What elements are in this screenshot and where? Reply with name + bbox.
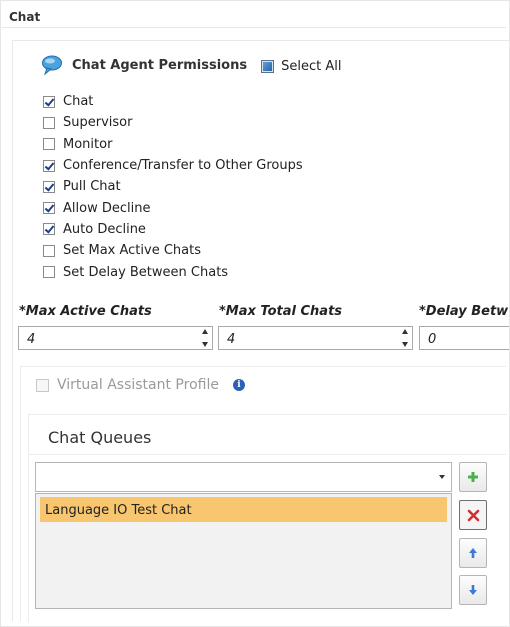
permission-label: Pull Chat <box>63 179 121 195</box>
permission-checkbox-row[interactable]: Monitor <box>43 134 303 155</box>
permission-label: Allow Decline <box>63 200 151 216</box>
max-total-chats-label: *Max Total Chats <box>219 304 343 319</box>
permission-checkbox[interactable] <box>43 266 55 279</box>
queue-list-item[interactable]: Language IO Test Chat <box>40 497 447 522</box>
spin-up-icon[interactable] <box>402 329 408 334</box>
panel-title: Chat <box>9 10 41 24</box>
permission-checkbox[interactable] <box>43 244 55 257</box>
spinner-arrows[interactable] <box>201 329 209 347</box>
permission-checkbox[interactable] <box>43 159 55 172</box>
permission-checkbox-row[interactable]: Conference/Transfer to Other Groups <box>43 155 303 176</box>
permissions-title: Chat Agent Permissions <box>72 57 248 73</box>
max-active-chats-label: *Max Active Chats <box>19 304 152 319</box>
queue-select-dropdown[interactable] <box>35 462 452 492</box>
move-down-button[interactable] <box>459 575 487 605</box>
divider <box>29 454 506 455</box>
delay-between-chats-label: *Delay Betw <box>419 304 509 319</box>
permission-label: Supervisor <box>63 115 133 131</box>
chat-panel: Chat Chat Agent Permissions Select All C… <box>0 0 510 627</box>
delay-between-chats-spinner[interactable]: 0 <box>419 326 509 350</box>
permissions-list: Chat Supervisor Monitor Conference/Transfer… <box>43 91 303 283</box>
permission-checkbox-row[interactable]: Set Delay Between Chats <box>43 261 303 282</box>
chat-queues-title: Chat Queues <box>48 428 152 447</box>
select-all-checkbox[interactable]: Select All <box>261 59 341 74</box>
select-all-label: Select All <box>281 59 342 74</box>
permission-label: Auto Decline <box>63 221 146 237</box>
divider <box>2 27 506 28</box>
remove-queue-button[interactable] <box>459 500 487 530</box>
permission-label: Set Delay Between Chats <box>63 264 229 280</box>
spin-down-icon[interactable] <box>202 342 208 347</box>
permission-label: Conference/Transfer to Other Groups <box>63 158 303 174</box>
divider <box>20 366 506 367</box>
divider <box>20 366 21 621</box>
move-down-icon <box>469 585 477 595</box>
permission-checkbox[interactable] <box>43 223 55 236</box>
add-queue-button[interactable] <box>459 462 487 492</box>
virtual-assistant-box <box>36 378 49 392</box>
max-active-chats-value[interactable]: 4 <box>27 332 35 347</box>
virtual-assistant-label: Virtual Assistant Profile <box>57 377 219 393</box>
permission-checkbox-row[interactable]: Pull Chat <box>43 176 303 197</box>
permission-checkbox[interactable] <box>43 116 55 129</box>
permission-checkbox-row[interactable]: Allow Decline <box>43 197 303 218</box>
permission-checkbox[interactable] <box>43 95 55 108</box>
permission-label: Set Max Active Chats <box>63 243 201 259</box>
remove-icon <box>467 509 479 521</box>
permission-checkbox-row[interactable]: Supervisor <box>43 112 303 133</box>
chevron-down-icon[interactable] <box>439 475 445 479</box>
move-up-button[interactable] <box>459 538 487 568</box>
info-icon[interactable]: i <box>232 379 245 391</box>
permission-checkbox[interactable] <box>43 138 55 151</box>
max-total-chats-value[interactable]: 4 <box>227 332 235 347</box>
permission-checkbox[interactable] <box>43 202 55 215</box>
permission-label: Chat <box>63 94 94 110</box>
spin-down-icon[interactable] <box>402 342 408 347</box>
permission-checkbox-row[interactable]: Chat <box>43 91 303 112</box>
permission-checkbox-row[interactable]: Set Max Active Chats <box>43 240 303 261</box>
move-up-icon <box>469 548 477 558</box>
select-all-box[interactable] <box>261 60 275 73</box>
max-active-chats-spinner[interactable]: 4 <box>18 326 213 350</box>
delay-between-chats-value[interactable]: 0 <box>428 332 436 347</box>
add-icon <box>468 472 478 482</box>
spinner-arrows[interactable] <box>401 329 409 347</box>
max-total-chats-spinner[interactable]: 4 <box>218 326 413 350</box>
spin-up-icon[interactable] <box>202 329 208 334</box>
queue-list[interactable]: Language IO Test Chat <box>35 493 452 609</box>
permission-checkbox-row[interactable]: Auto Decline <box>43 219 303 240</box>
virtual-assistant-checkbox: Virtual Assistant Profile i <box>36 377 245 393</box>
permissions-header: Chat Agent Permissions Select All <box>41 53 341 77</box>
chat-bubble-icon <box>42 55 62 76</box>
permission-checkbox[interactable] <box>43 180 55 193</box>
permission-label: Monitor <box>63 136 113 152</box>
